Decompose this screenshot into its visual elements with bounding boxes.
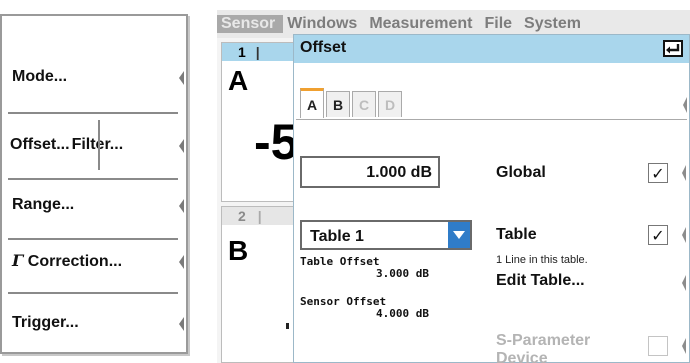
table-offset-value: 3.000 dB: [376, 267, 429, 280]
window-2-channel-letter: B: [228, 235, 249, 266]
menu-file[interactable]: File: [480, 15, 520, 33]
tab-c: C: [352, 91, 376, 117]
tab-a[interactable]: A: [300, 88, 324, 118]
instrument-screen: Sensor Windows Measurement File System 1…: [217, 10, 690, 363]
range-softkey[interactable]: Range...: [8, 176, 184, 234]
sparameter-device-label: S-Parameter Device: [496, 332, 590, 363]
softkey-panel: Mode... Offset... Filter... Range... Γ C…: [0, 14, 188, 354]
table-checkbox[interactable]: ✓: [648, 225, 668, 245]
table-select[interactable]: Table 1: [300, 220, 472, 250]
divider: [8, 112, 178, 114]
gamma-correction-softkey[interactable]: Γ Correction...: [8, 232, 184, 290]
tab-a-panel: 1.000 dB Global ✓ Table 1 Table ✓ 1 Line…: [296, 119, 687, 363]
measurement-window-2[interactable]: 2 | B: [221, 206, 298, 363]
window-1-tab[interactable]: 1 |: [222, 43, 298, 61]
chevron-left-icon: [179, 139, 184, 153]
tab-separator: |: [257, 208, 262, 224]
triangle-down-icon: [448, 222, 470, 248]
chevron-left-icon: [682, 275, 686, 291]
gamma-symbol: Γ: [12, 251, 24, 270]
chevron-left-icon: [179, 71, 184, 85]
offset-filter-softkey-row: Offset... Filter...: [8, 116, 184, 174]
offset-dialog: Offset A B C D 1.000 dB Global ✓ Table 1…: [293, 34, 690, 363]
trigger-softkey[interactable]: Trigger...: [8, 294, 184, 352]
sensor-offset-value: 4.000 dB: [376, 307, 429, 320]
menu-system[interactable]: System: [520, 15, 589, 33]
offset-value-field[interactable]: 1.000 dB: [300, 156, 440, 188]
trigger-softkey-label: Trigger...: [12, 314, 79, 331]
mode-softkey-label: Mode...: [12, 68, 68, 85]
sparameter-label-line2: Device: [496, 350, 548, 363]
sparameter-label-line1: S-Parameter: [496, 332, 591, 349]
table-select-value: Table 1: [310, 228, 364, 245]
window-1-reading: -5: [254, 114, 299, 170]
chevron-left-icon: [682, 165, 686, 181]
filter-softkey[interactable]: Filter...: [70, 136, 124, 154]
chevron-left-icon: [179, 199, 184, 213]
window-2-number: 2: [238, 208, 246, 224]
gamma-correction-text: Correction...: [23, 253, 123, 270]
menu-windows[interactable]: Windows: [283, 15, 365, 33]
measurement-window-1[interactable]: 1 | A -5: [221, 42, 299, 202]
chevron-left-icon: [682, 338, 686, 354]
checkmark-icon: ✓: [651, 225, 665, 245]
window-1-channel-letter: A: [228, 65, 249, 96]
range-softkey-label: Range...: [12, 196, 75, 213]
mode-softkey[interactable]: Mode...: [8, 48, 184, 106]
divider: [98, 120, 100, 170]
tab-b[interactable]: B: [326, 91, 350, 117]
menu-sensor[interactable]: Sensor: [217, 15, 284, 33]
enter-return-icon[interactable]: [663, 40, 683, 57]
window-2-tab[interactable]: 2 |: [222, 207, 298, 225]
chevron-left-icon: [682, 227, 686, 243]
tab-d: D: [378, 91, 402, 117]
gamma-correction-softkey-label: Γ Correction...: [8, 251, 122, 271]
sparameter-device-checkbox: [648, 336, 668, 356]
sensor-offset-label: Sensor Offset: [300, 295, 387, 308]
checkmark-icon: ✓: [651, 163, 665, 183]
window-2-reading-fragment: [286, 323, 289, 329]
window-1-number: 1: [238, 44, 246, 60]
offset-softkey[interactable]: Offset...: [8, 136, 70, 154]
channel-tab-strip: A B C D: [300, 88, 404, 119]
dialog-title-bar: Offset: [294, 35, 689, 63]
global-checkbox[interactable]: ✓: [648, 163, 668, 183]
edit-table-button[interactable]: Edit Table...: [496, 272, 585, 290]
chevron-left-icon: [179, 317, 184, 331]
tab-separator: |: [255, 44, 260, 60]
global-label: Global: [496, 164, 546, 181]
dialog-title: Offset: [300, 39, 347, 56]
table-info-text: 1 Line in this table.: [496, 254, 588, 266]
chevron-left-icon: [683, 97, 687, 113]
table-offset-label: Table Offset: [300, 255, 380, 268]
menu-measurement[interactable]: Measurement: [365, 15, 480, 33]
table-label: Table: [496, 226, 537, 243]
chevron-left-icon: [179, 255, 184, 269]
